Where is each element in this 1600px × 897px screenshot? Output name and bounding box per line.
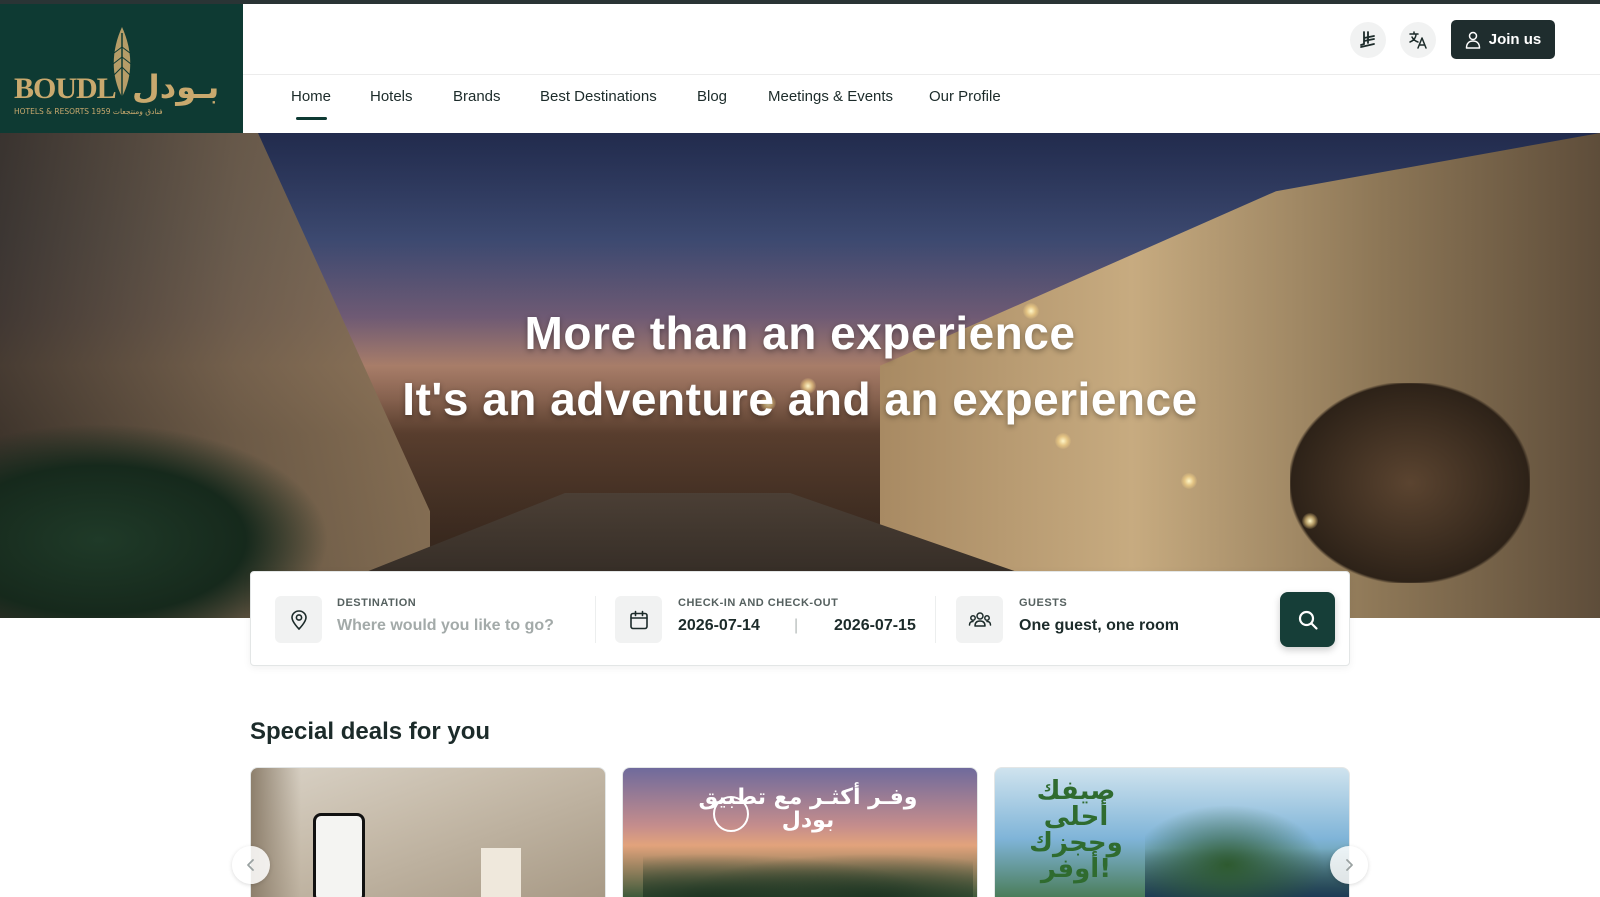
nav-item-blog[interactable]: Blog xyxy=(697,88,727,105)
nav-item-best-destinations[interactable]: Best Destinations xyxy=(540,88,657,105)
carousel-next-button[interactable] xyxy=(1330,846,1368,884)
site-header: Join us Home Hotels Brands Best Destinat… xyxy=(243,4,1600,133)
sun-icon xyxy=(713,796,749,832)
deal-card[interactable]: صيفك أحلى وحجزك أوفر! xyxy=(994,767,1350,897)
logo-tagline: HOTELS & RESORTS 1959 فنادق ومنتجعات xyxy=(14,107,163,116)
dates-label: CHECK-IN AND CHECK-OUT xyxy=(678,597,839,609)
search-icon xyxy=(1298,610,1318,630)
carousel-prev-button[interactable] xyxy=(232,846,270,884)
guests-icon xyxy=(956,596,1003,643)
logo-arabic-text: بـودل xyxy=(132,68,220,106)
join-us-label: Join us xyxy=(1488,31,1542,48)
nav-item-brands[interactable]: Brands xyxy=(453,88,501,105)
check-out-date[interactable]: 2026-07-15 xyxy=(834,617,916,635)
date-separator: | xyxy=(794,617,799,634)
main-nav: Home Hotels Brands Best Destinations Blo… xyxy=(243,76,1600,133)
user-icon xyxy=(1465,31,1480,49)
chevron-right-icon xyxy=(1346,859,1353,871)
guests-label: GUESTS xyxy=(1019,597,1068,609)
calendar-icon xyxy=(615,596,662,643)
hero-subtitle: It's an adventure and an experience xyxy=(402,373,1198,425)
lamp-glow xyxy=(1302,513,1318,529)
palm-trees-image xyxy=(643,846,973,897)
translate-icon[interactable] xyxy=(1400,22,1436,58)
nav-item-our-profile[interactable]: Our Profile xyxy=(929,88,1001,105)
room-lamp-image xyxy=(481,848,521,897)
nav-item-meetings-events[interactable]: Meetings & Events xyxy=(768,88,893,105)
logo-latin-text: BOUDL xyxy=(14,72,117,105)
join-us-button[interactable]: Join us xyxy=(1451,20,1555,59)
destination-label: DESTINATION xyxy=(337,597,417,609)
resort-palms-image xyxy=(1145,788,1349,897)
hero-title: More than an experience xyxy=(524,307,1076,359)
nav-active-indicator xyxy=(296,117,327,120)
location-pin-icon xyxy=(275,596,322,643)
lamp-glow xyxy=(1181,473,1197,489)
header-utility-bar: Join us xyxy=(243,4,1600,75)
nav-item-hotels[interactable]: Hotels xyxy=(370,88,413,105)
chevron-left-icon xyxy=(247,859,254,871)
riyal-icon[interactable] xyxy=(1350,22,1386,58)
deal-card[interactable] xyxy=(250,767,606,897)
lamp-glow xyxy=(1055,433,1071,449)
deal-card-art-text: صيفك أحلى وحجزك أوفر! xyxy=(1029,776,1123,884)
search-divider xyxy=(595,596,596,643)
special-deals-heading: Special deals for you xyxy=(250,718,491,745)
destination-input[interactable] xyxy=(337,614,587,638)
search-button[interactable] xyxy=(1280,592,1335,647)
deal-card[interactable]: وفـر أكثـر مع تطبيق بودل xyxy=(622,767,978,897)
check-in-date[interactable]: 2026-07-14 xyxy=(678,617,760,635)
search-divider xyxy=(935,596,936,643)
phone-mockup-image xyxy=(313,813,365,897)
hero-banner: More than an experience It's an adventur… xyxy=(0,133,1600,618)
guests-value[interactable]: One guest, one room xyxy=(1019,617,1179,635)
booking-search-bar: DESTINATION CHECK-IN AND CHECK-OUT 2026-… xyxy=(250,571,1350,666)
nav-item-home[interactable]: Home xyxy=(291,88,331,105)
brand-logo[interactable]: BOUDL بـودل HOTELS & RESORTS 1959 فنادق … xyxy=(0,4,243,133)
